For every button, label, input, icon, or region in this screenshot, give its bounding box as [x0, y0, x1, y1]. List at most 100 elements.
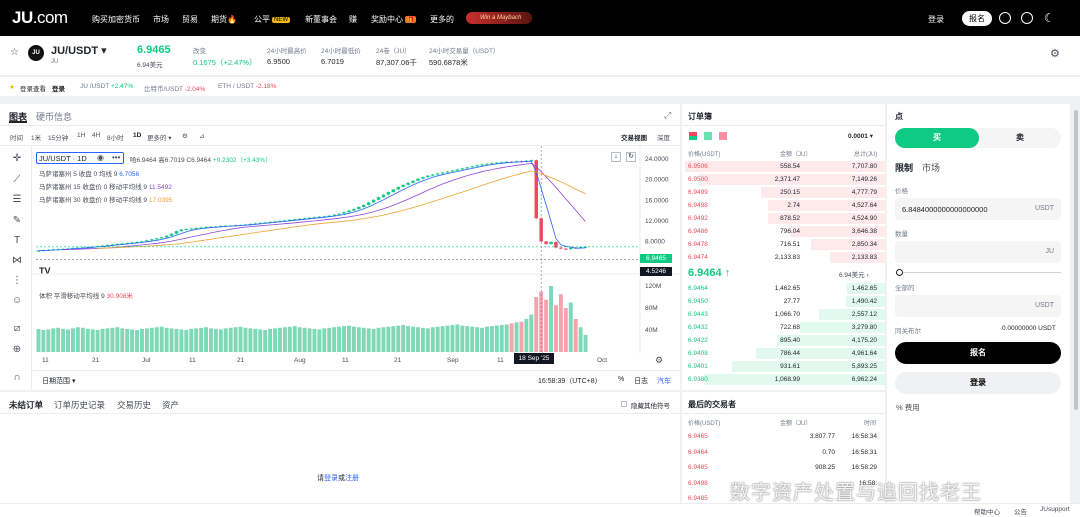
nav-fair[interactable]: 公平 NEW — [254, 14, 290, 25]
percent-toggle[interactable]: % — [618, 376, 624, 383]
pair-selector[interactable]: JU/USDT ▾ — [51, 44, 107, 57]
date-range-dropdown[interactable]: 日期范围 ▾ — [42, 376, 75, 386]
percent-slider-handle[interactable] — [896, 269, 903, 276]
settings-gear-icon[interactable]: ⚙ — [1050, 47, 1060, 60]
tab-order-history[interactable]: 订单历史记录 — [54, 399, 105, 411]
ask-row[interactable]: 6.9500 2,371.47 7,149.26 — [682, 173, 885, 186]
support-link[interactable]: JUsupport — [1040, 506, 1070, 513]
nav-new-board[interactable]: 新董事会 — [305, 14, 337, 25]
bid-row[interactable]: 6.9422 895.40 4,175.20 — [682, 334, 885, 347]
ask-row[interactable]: 6.9506 558.54 7,707.80 — [682, 160, 885, 173]
both-sides-view-icon[interactable] — [689, 132, 697, 140]
tab-coin-info[interactable]: 硬币信息 — [36, 110, 72, 123]
nav-buy-crypto[interactable]: 购买加密货币 — [92, 14, 140, 25]
subbar-login-link[interactable]: 登录 — [52, 83, 65, 93]
logo[interactable]: JU.com — [12, 8, 68, 28]
tab-assets[interactable]: 资产 — [162, 399, 179, 411]
quantity-input[interactable]: JU — [895, 241, 1061, 263]
tab-open-orders[interactable]: 未结订单 — [9, 399, 43, 411]
total-input[interactable]: USDT — [895, 295, 1061, 317]
nav-more[interactable]: 更多的 — [430, 14, 454, 25]
promo-banner[interactable]: Win a Maybach — [466, 12, 532, 24]
signup-trade-button[interactable]: 报名 — [895, 342, 1061, 364]
prompt-login-link[interactable]: 登录 — [324, 475, 338, 482]
fee-link[interactable]: % 费用 — [896, 402, 920, 413]
nav-markets[interactable]: 市场 — [153, 14, 169, 25]
bid-row[interactable]: 6.9450 27.77 1,490.42 — [682, 295, 885, 308]
precision-select[interactable]: 0.0001 ▾ — [848, 132, 873, 140]
nav-rewards[interactable]: 奖励中心 🎁 — [371, 14, 417, 25]
bid-row[interactable]: 6.9380 1,068.99 6,962.24 — [682, 373, 885, 386]
login-trade-button[interactable]: 登录 — [895, 372, 1061, 394]
tab-market[interactable]: 市场 — [922, 161, 940, 174]
measure-lines-icon[interactable]: ⋮ — [11, 275, 23, 287]
fav-pair[interactable]: JU /USDT +2.47% — [80, 83, 133, 90]
pattern-icon[interactable]: ⋈ — [11, 255, 23, 267]
bid-row[interactable]: 6.9401 931.61 5,893.25 — [682, 360, 885, 373]
ask-row[interactable]: 6.9499 250.15 4,777.79 — [682, 186, 885, 199]
percent-slider-track[interactable] — [903, 272, 1061, 273]
magnet-icon[interactable]: ∩ — [11, 372, 23, 384]
fav-pair[interactable]: 比特币/USDT -2.04% — [144, 83, 205, 93]
ask-row[interactable]: 6.9498 2.74 4,527.64 — [682, 199, 885, 212]
announcements-link[interactable]: 公告 — [1014, 506, 1027, 516]
ask-row[interactable]: 6.9486 796.04 3,646.38 — [682, 225, 885, 238]
ask-row[interactable]: 6.9474 2,133.83 2,133.83 — [682, 251, 885, 264]
orderbook-mid-usd[interactable]: 6.94美元 › — [839, 269, 869, 279]
reset-icon[interactable]: ↻ — [626, 152, 636, 162]
chart-settings-icon[interactable]: ⚙ — [182, 132, 188, 140]
emoji-icon[interactable]: ☺ — [11, 295, 23, 307]
nav-futures[interactable]: 期货🔥 — [211, 14, 237, 25]
globe-icon[interactable] — [1021, 12, 1033, 24]
timeframe-time[interactable]: 时间 — [10, 132, 23, 142]
ask-row[interactable]: 6.9478 716.51 2,850.34 — [682, 238, 885, 251]
horizontal-lines-icon[interactable]: ☰ — [11, 194, 23, 206]
timeframe-1d[interactable]: 1D — [133, 132, 141, 139]
bid-row[interactable]: 6.9432 722.68 3,279.80 — [682, 321, 885, 334]
nav-earn[interactable]: 赚 — [349, 14, 357, 25]
asks-view-icon[interactable] — [719, 132, 727, 140]
trendline-icon[interactable]: ⟋ — [11, 174, 23, 186]
auto-toggle[interactable]: 汽车 — [657, 376, 671, 386]
timeframe-4h[interactable]: 4H — [92, 132, 100, 139]
depth-toggle[interactable]: 深度 — [657, 132, 670, 142]
tab-trade-history[interactable]: 交易历史 — [117, 399, 151, 411]
scrollbar-thumb[interactable] — [1074, 110, 1078, 410]
price-chart[interactable]: 24.0000 20.0000 16.0000 12.0000 8.0000 120M 8… — [32, 146, 680, 370]
scroll-down-icon[interactable]: ↓ — [611, 152, 621, 162]
moon-icon[interactable]: ☾ — [1044, 11, 1055, 25]
fav-pair[interactable]: ETH / USDT -2.18% — [218, 83, 276, 90]
ask-row[interactable]: 6.9492 878.52 4,524.90 — [682, 212, 885, 225]
hide-others-checkbox[interactable] — [621, 401, 627, 407]
timeframe-more[interactable]: 更多的 ▾ — [147, 132, 172, 142]
star-icon[interactable]: ☆ — [10, 47, 19, 58]
price-input[interactable]: 6.8484000000000000000 USDT — [895, 198, 1061, 220]
log-toggle[interactable]: 日志 — [634, 376, 648, 386]
bid-row[interactable]: 6.9408 786.44 4,961.64 — [682, 347, 885, 360]
download-icon[interactable] — [999, 12, 1011, 24]
tab-limit[interactable]: 限制 — [895, 161, 913, 174]
timeframe-8h[interactable]: 8小时 — [107, 132, 124, 142]
indicators-icon[interactable]: ⊿ — [199, 132, 204, 140]
bid-row[interactable]: 6.9464 1,462.65 1,462.65 — [682, 282, 885, 295]
bid-row[interactable]: 6.9443 1,066.70 2,557.12 — [682, 308, 885, 321]
chart-settings-gear-icon[interactable]: ⚙ — [655, 355, 663, 366]
timeframe-15m[interactable]: 15分钟 — [48, 132, 68, 142]
sell-tab[interactable]: 卖 — [979, 128, 1061, 148]
timeframe-1m[interactable]: 1米 — [31, 132, 41, 142]
signup-button[interactable]: 报名 — [962, 11, 992, 26]
timeframe-1h[interactable]: 1H — [77, 132, 85, 139]
expand-icon[interactable]: ⤢ — [664, 110, 671, 121]
nav-trade[interactable]: 贸易 — [182, 14, 198, 25]
prompt-signup-link[interactable]: 注册 — [345, 475, 359, 482]
trading-view-toggle[interactable]: 交易视图 — [621, 132, 647, 142]
login-link[interactable]: 登录 — [928, 14, 944, 25]
help-center-link[interactable]: 帮助中心 — [974, 506, 1000, 516]
brush-icon[interactable]: ✎ — [11, 215, 23, 227]
ruler-icon[interactable]: ⧄ — [11, 323, 23, 335]
bids-view-icon[interactable] — [704, 132, 712, 140]
text-icon[interactable]: T — [11, 235, 23, 247]
zoom-icon[interactable]: ⊕ — [11, 344, 23, 356]
buy-tab[interactable]: 买 — [895, 128, 979, 148]
crosshair-icon[interactable]: ✛ — [11, 153, 23, 165]
